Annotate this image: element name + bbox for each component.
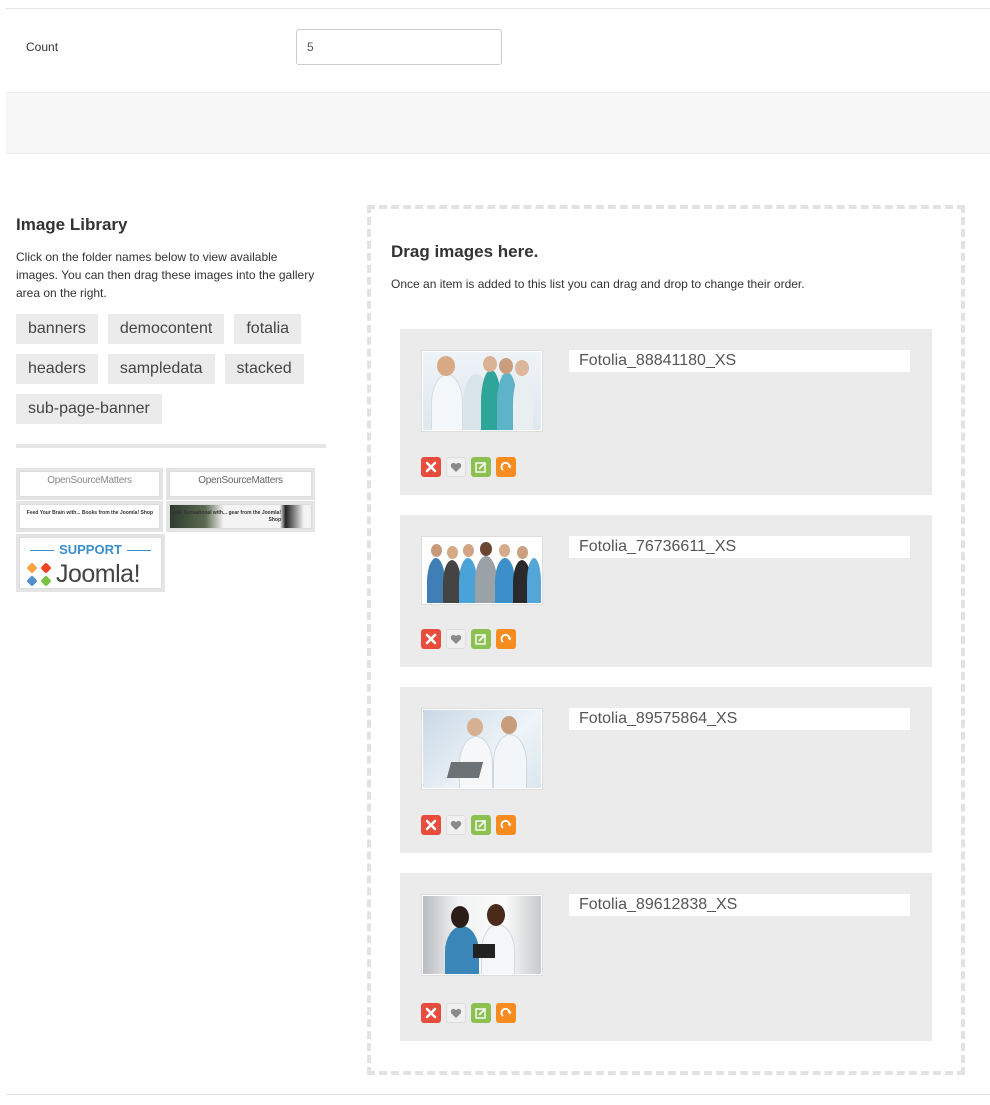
- library-divider: [16, 444, 326, 448]
- gallery-item-image[interactable]: [421, 894, 543, 976]
- count-label: Count: [26, 40, 59, 54]
- rotate-button[interactable]: [496, 815, 516, 835]
- library-thumb-shop-books[interactable]: Feed Your Brain with... Books from the J…: [16, 501, 163, 532]
- bottom-divider: [6, 1094, 990, 1095]
- image-library: Image Library Click on the folder names …: [16, 215, 328, 598]
- delete-button[interactable]: [421, 815, 441, 835]
- gallery-item[interactable]: Fotolia_89575864_XS: [400, 687, 932, 853]
- count-input[interactable]: [296, 29, 502, 65]
- heart-icon: [450, 1008, 462, 1018]
- edit-button[interactable]: [471, 1003, 491, 1023]
- gallery-item-name[interactable]: Fotolia_89612838_XS: [569, 894, 910, 916]
- rotate-button[interactable]: [496, 629, 516, 649]
- folder-sampledata[interactable]: sampledata: [107, 354, 215, 384]
- edit-button[interactable]: [471, 629, 491, 649]
- joomla-logo-icon: [27, 563, 51, 586]
- edit-button[interactable]: [471, 457, 491, 477]
- folder-democontent[interactable]: democontent: [107, 314, 225, 344]
- heart-icon: [450, 634, 462, 644]
- folder-list: banners democontent fotalia headers samp…: [16, 314, 326, 424]
- image-library-title: Image Library: [16, 215, 128, 234]
- gallery-help: Once an item is added to this list you c…: [391, 277, 805, 291]
- folder-banners[interactable]: banners: [16, 314, 98, 344]
- library-thumb-osm-1[interactable]: OpenSourceMatters: [16, 468, 163, 500]
- support-title: SUPPORT: [20, 542, 161, 557]
- gallery-item[interactable]: Fotolia_88841180_XS: [400, 329, 932, 495]
- delete-button[interactable]: [421, 457, 441, 477]
- edit-icon: [475, 633, 487, 645]
- gallery-item-actions: [421, 629, 516, 649]
- rotate-icon: [500, 1007, 512, 1017]
- favorite-button[interactable]: [446, 457, 466, 477]
- image-library-help: Click on the folder names below to view …: [16, 250, 315, 300]
- rotate-button[interactable]: [496, 457, 516, 477]
- heart-icon: [450, 820, 462, 830]
- folder-stacked[interactable]: stacked: [224, 354, 304, 384]
- delete-icon: [425, 1007, 437, 1019]
- thumb-caption: Look Sensational with... gear from the J…: [170, 510, 281, 523]
- count-row: Count: [6, 9, 990, 93]
- library-thumbnails: OpenSourceMatters OpenSourceMatters Feed…: [16, 468, 328, 598]
- library-thumb-osm-2[interactable]: OpenSourceMatters: [166, 468, 315, 500]
- gallery-item-actions: [421, 815, 516, 835]
- gallery-item[interactable]: Fotolia_76736611_XS: [400, 515, 932, 667]
- gallery-item-image[interactable]: [421, 350, 543, 432]
- gallery-title: Drag images here.: [391, 242, 539, 261]
- gallery-item-name[interactable]: Fotolia_89575864_XS: [569, 708, 910, 730]
- delete-button[interactable]: [421, 629, 441, 649]
- thumb-caption: OpenSourceMatters: [47, 475, 132, 486]
- folder-sub-page-banner[interactable]: sub-page-banner: [16, 394, 162, 424]
- rotate-button[interactable]: [496, 1003, 516, 1023]
- favorite-button[interactable]: [446, 815, 466, 835]
- edit-icon: [475, 461, 487, 473]
- edit-icon: [475, 819, 487, 831]
- favorite-button[interactable]: [446, 629, 466, 649]
- library-thumb-support-joomla[interactable]: SUPPORT Joomla!: [16, 534, 165, 592]
- gallery-item-name[interactable]: Fotolia_76736611_XS: [569, 536, 910, 558]
- gallery-item-image[interactable]: [421, 536, 543, 605]
- folder-headers[interactable]: headers: [16, 354, 98, 384]
- thumb-caption: Feed Your Brain with... Books from the J…: [26, 510, 153, 516]
- favorite-button[interactable]: [446, 1003, 466, 1023]
- rotate-icon: [500, 461, 512, 471]
- form-footer-band: [6, 92, 990, 154]
- rotate-icon: [500, 819, 512, 829]
- delete-icon: [425, 633, 437, 645]
- gallery-dropzone[interactable]: Drag images here. Once an item is added …: [367, 205, 965, 1075]
- gallery-item-name[interactable]: Fotolia_88841180_XS: [569, 350, 910, 372]
- heart-icon: [450, 462, 462, 472]
- gallery-item-actions: [421, 1003, 516, 1023]
- gallery-item-actions: [421, 457, 516, 477]
- gallery-item[interactable]: Fotolia_89612838_XS: [400, 873, 932, 1041]
- gallery-item-image[interactable]: [421, 708, 543, 790]
- edit-button[interactable]: [471, 815, 491, 835]
- folder-fotalia[interactable]: fotalia: [234, 314, 302, 344]
- rotate-icon: [500, 633, 512, 643]
- library-thumb-shop-gear[interactable]: Look Sensational with... gear from the J…: [166, 501, 315, 532]
- delete-icon: [425, 461, 437, 473]
- delete-icon: [425, 819, 437, 831]
- thumb-caption: OpenSourceMatters: [198, 475, 283, 486]
- joomla-wordmark: Joomla!: [56, 560, 141, 588]
- delete-button[interactable]: [421, 1003, 441, 1023]
- edit-icon: [475, 1007, 487, 1019]
